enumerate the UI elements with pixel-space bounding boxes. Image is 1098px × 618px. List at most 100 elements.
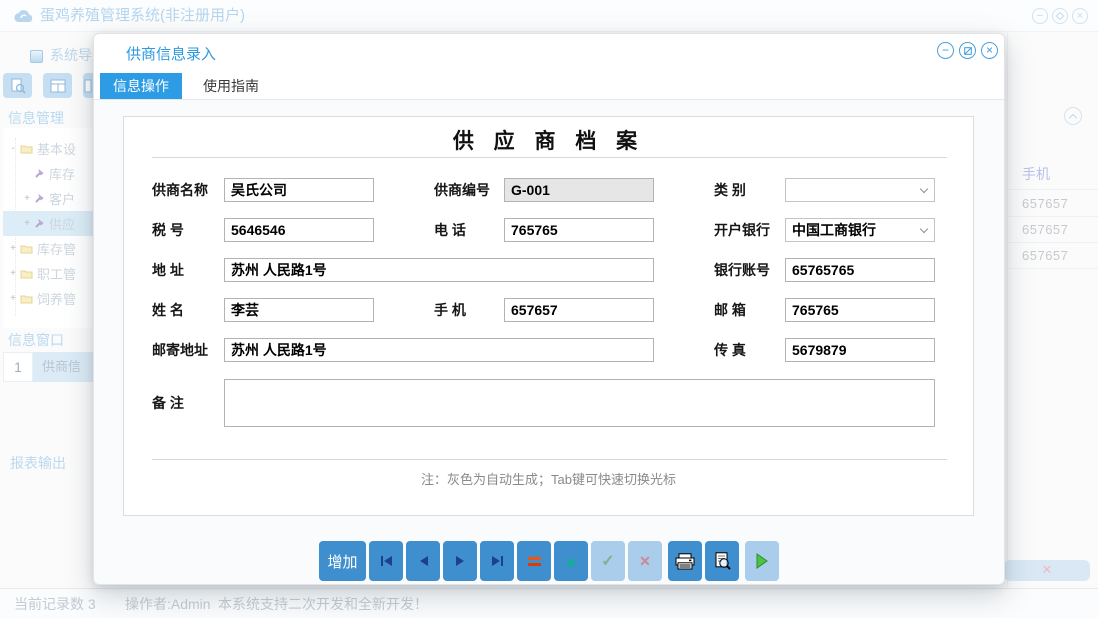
bank-value: 中国工商银行 bbox=[792, 222, 876, 238]
bg-toolbar-search-button[interactable] bbox=[3, 73, 32, 98]
table-row[interactable]: 657657 bbox=[1022, 196, 1068, 211]
collapse-panel-button[interactable] bbox=[1064, 107, 1082, 125]
expand-expander[interactable]: + bbox=[9, 268, 17, 279]
field-label-bank: 开户银行 bbox=[714, 222, 770, 238]
system-nav-icon bbox=[30, 50, 43, 63]
tree-item-label: 职工管 bbox=[37, 267, 77, 282]
expand-expander[interactable]: + bbox=[23, 193, 31, 204]
mobile-input[interactable] bbox=[504, 298, 654, 322]
maximize-glyph bbox=[963, 46, 972, 55]
record-toolbar: 增加 ✓ ✕ bbox=[94, 541, 1004, 581]
contact-name-input[interactable] bbox=[224, 298, 374, 322]
field-label-phone: 电 话 bbox=[434, 222, 466, 238]
title-divider bbox=[152, 157, 947, 158]
section-info-window: 信息窗口 bbox=[8, 332, 64, 348]
prev-record-button[interactable] bbox=[406, 541, 440, 581]
dialog-window-controls: − × bbox=[937, 42, 998, 59]
tree-item-staff-manage[interactable]: + 职工管 bbox=[3, 261, 93, 286]
address-input[interactable] bbox=[224, 258, 654, 282]
expand-expander[interactable]: + bbox=[9, 243, 17, 254]
field-label-supplier-no: 供商编号 bbox=[434, 182, 490, 198]
printer-icon bbox=[675, 552, 695, 569]
email-input[interactable] bbox=[785, 298, 935, 322]
folder-icon bbox=[20, 295, 33, 304]
app-logo-icon bbox=[14, 10, 33, 22]
field-label-email: 邮 箱 bbox=[714, 302, 746, 318]
field-label-tax-no: 税 号 bbox=[152, 222, 184, 238]
field-label-mobile: 手 机 bbox=[434, 302, 466, 318]
fax-input[interactable] bbox=[785, 338, 935, 362]
folder-icon bbox=[20, 270, 33, 279]
dialog-minimize-icon[interactable]: − bbox=[937, 42, 954, 59]
supplier-name-input[interactable] bbox=[224, 178, 374, 202]
edit-record-button[interactable] bbox=[554, 541, 588, 581]
dialog-maximize-icon[interactable] bbox=[959, 42, 976, 59]
table-row[interactable]: 657657 bbox=[1022, 248, 1068, 263]
tree-item-basic-settings[interactable]: - 基本设 bbox=[3, 136, 93, 161]
tree-item-supplier-selected[interactable]: + 供应 bbox=[3, 211, 93, 236]
row-divider bbox=[1009, 242, 1098, 243]
window-list-tab-supplier[interactable]: 供商信 bbox=[33, 352, 93, 382]
status-message: 本系统支持二次开发和全新开发！ bbox=[218, 596, 428, 612]
panel-close-button[interactable]: ✕ bbox=[1004, 560, 1090, 581]
last-record-icon bbox=[491, 556, 503, 566]
add-button[interactable]: 增加 bbox=[319, 541, 366, 581]
save-record-button[interactable]: ✓ bbox=[591, 541, 625, 581]
category-select[interactable] bbox=[785, 178, 935, 202]
form-note: 注：灰色为自动生成；Tab键可快速切换光标 bbox=[421, 472, 676, 487]
field-label-contact-name: 姓 名 bbox=[152, 302, 184, 318]
folder-icon bbox=[20, 245, 33, 254]
delete-record-button[interactable] bbox=[517, 541, 551, 581]
tree-item-label: 饲养管 bbox=[37, 292, 77, 307]
last-record-button[interactable] bbox=[480, 541, 514, 581]
field-label-fax: 传 真 bbox=[714, 342, 746, 358]
print-button[interactable] bbox=[668, 541, 702, 581]
expand-expander[interactable]: + bbox=[9, 293, 17, 304]
main-titlebar: 蛋鸡养殖管理系统(非注册用户) − × bbox=[0, 0, 1098, 32]
tree-item-feeding-manage[interactable]: + 饲养管 bbox=[3, 286, 93, 311]
maximize-icon[interactable] bbox=[1052, 8, 1068, 24]
first-record-icon bbox=[380, 556, 392, 566]
run-report-button[interactable] bbox=[745, 541, 779, 581]
tree-item-inventory[interactable]: 库存 bbox=[3, 161, 93, 186]
run-play-icon bbox=[756, 553, 768, 569]
prev-record-icon bbox=[419, 556, 428, 566]
dialog-close-icon[interactable]: × bbox=[981, 42, 998, 59]
section-info-manage: 信息管理 bbox=[8, 110, 64, 126]
bg-toolbar-grid-button[interactable] bbox=[43, 73, 72, 98]
tool-icon bbox=[35, 194, 44, 203]
tax-no-input[interactable] bbox=[224, 218, 374, 242]
chevron-down-icon bbox=[919, 184, 929, 194]
tab-info-operation[interactable]: 信息操作 bbox=[100, 73, 182, 99]
tab-user-guide[interactable]: 使用指南 bbox=[190, 73, 272, 99]
mail-address-input[interactable] bbox=[224, 338, 654, 362]
bank-account-input[interactable] bbox=[785, 258, 935, 282]
note-divider bbox=[152, 459, 947, 460]
bank-select[interactable]: 中国工商银行 bbox=[785, 218, 935, 242]
cancel-cross-icon: ✕ bbox=[639, 552, 651, 569]
minimize-icon[interactable]: − bbox=[1032, 8, 1048, 24]
tree-item-label: 库存管 bbox=[37, 242, 77, 257]
search-document-icon bbox=[11, 78, 26, 94]
bg-toolbar-list-button[interactable] bbox=[83, 73, 93, 98]
first-record-button[interactable] bbox=[369, 541, 403, 581]
phone-input[interactable] bbox=[504, 218, 654, 242]
tree-item-customer[interactable]: + 客户 bbox=[3, 186, 93, 211]
table-row[interactable]: 657657 bbox=[1022, 222, 1068, 237]
expand-expander[interactable]: + bbox=[23, 218, 31, 229]
tree-item-inventory-manage[interactable]: + 库存管 bbox=[3, 236, 93, 261]
table-window-icon bbox=[50, 79, 65, 92]
cancel-record-button[interactable]: ✕ bbox=[628, 541, 662, 581]
chevron-down-icon bbox=[919, 224, 929, 234]
maximize-glyph bbox=[1055, 11, 1065, 21]
supplier-form: 供 应 商 档 案 供商名称 供商编号 类 别 税 号 电 话 开户银行 中国工… bbox=[123, 116, 974, 516]
next-record-button[interactable] bbox=[443, 541, 477, 581]
tree-item-label: 供应 bbox=[49, 217, 76, 232]
print-preview-button[interactable] bbox=[705, 541, 739, 581]
edit-icon bbox=[565, 556, 577, 566]
supplier-no-input bbox=[504, 178, 654, 202]
close-icon[interactable]: × bbox=[1072, 8, 1088, 24]
remark-textarea[interactable] bbox=[224, 379, 935, 427]
nav-tree: - 基本设 库存 + 客户 + 供应 + 库存管 + 职工管 + 饲养管 bbox=[3, 128, 93, 328]
collapse-expander[interactable]: - bbox=[9, 143, 17, 154]
